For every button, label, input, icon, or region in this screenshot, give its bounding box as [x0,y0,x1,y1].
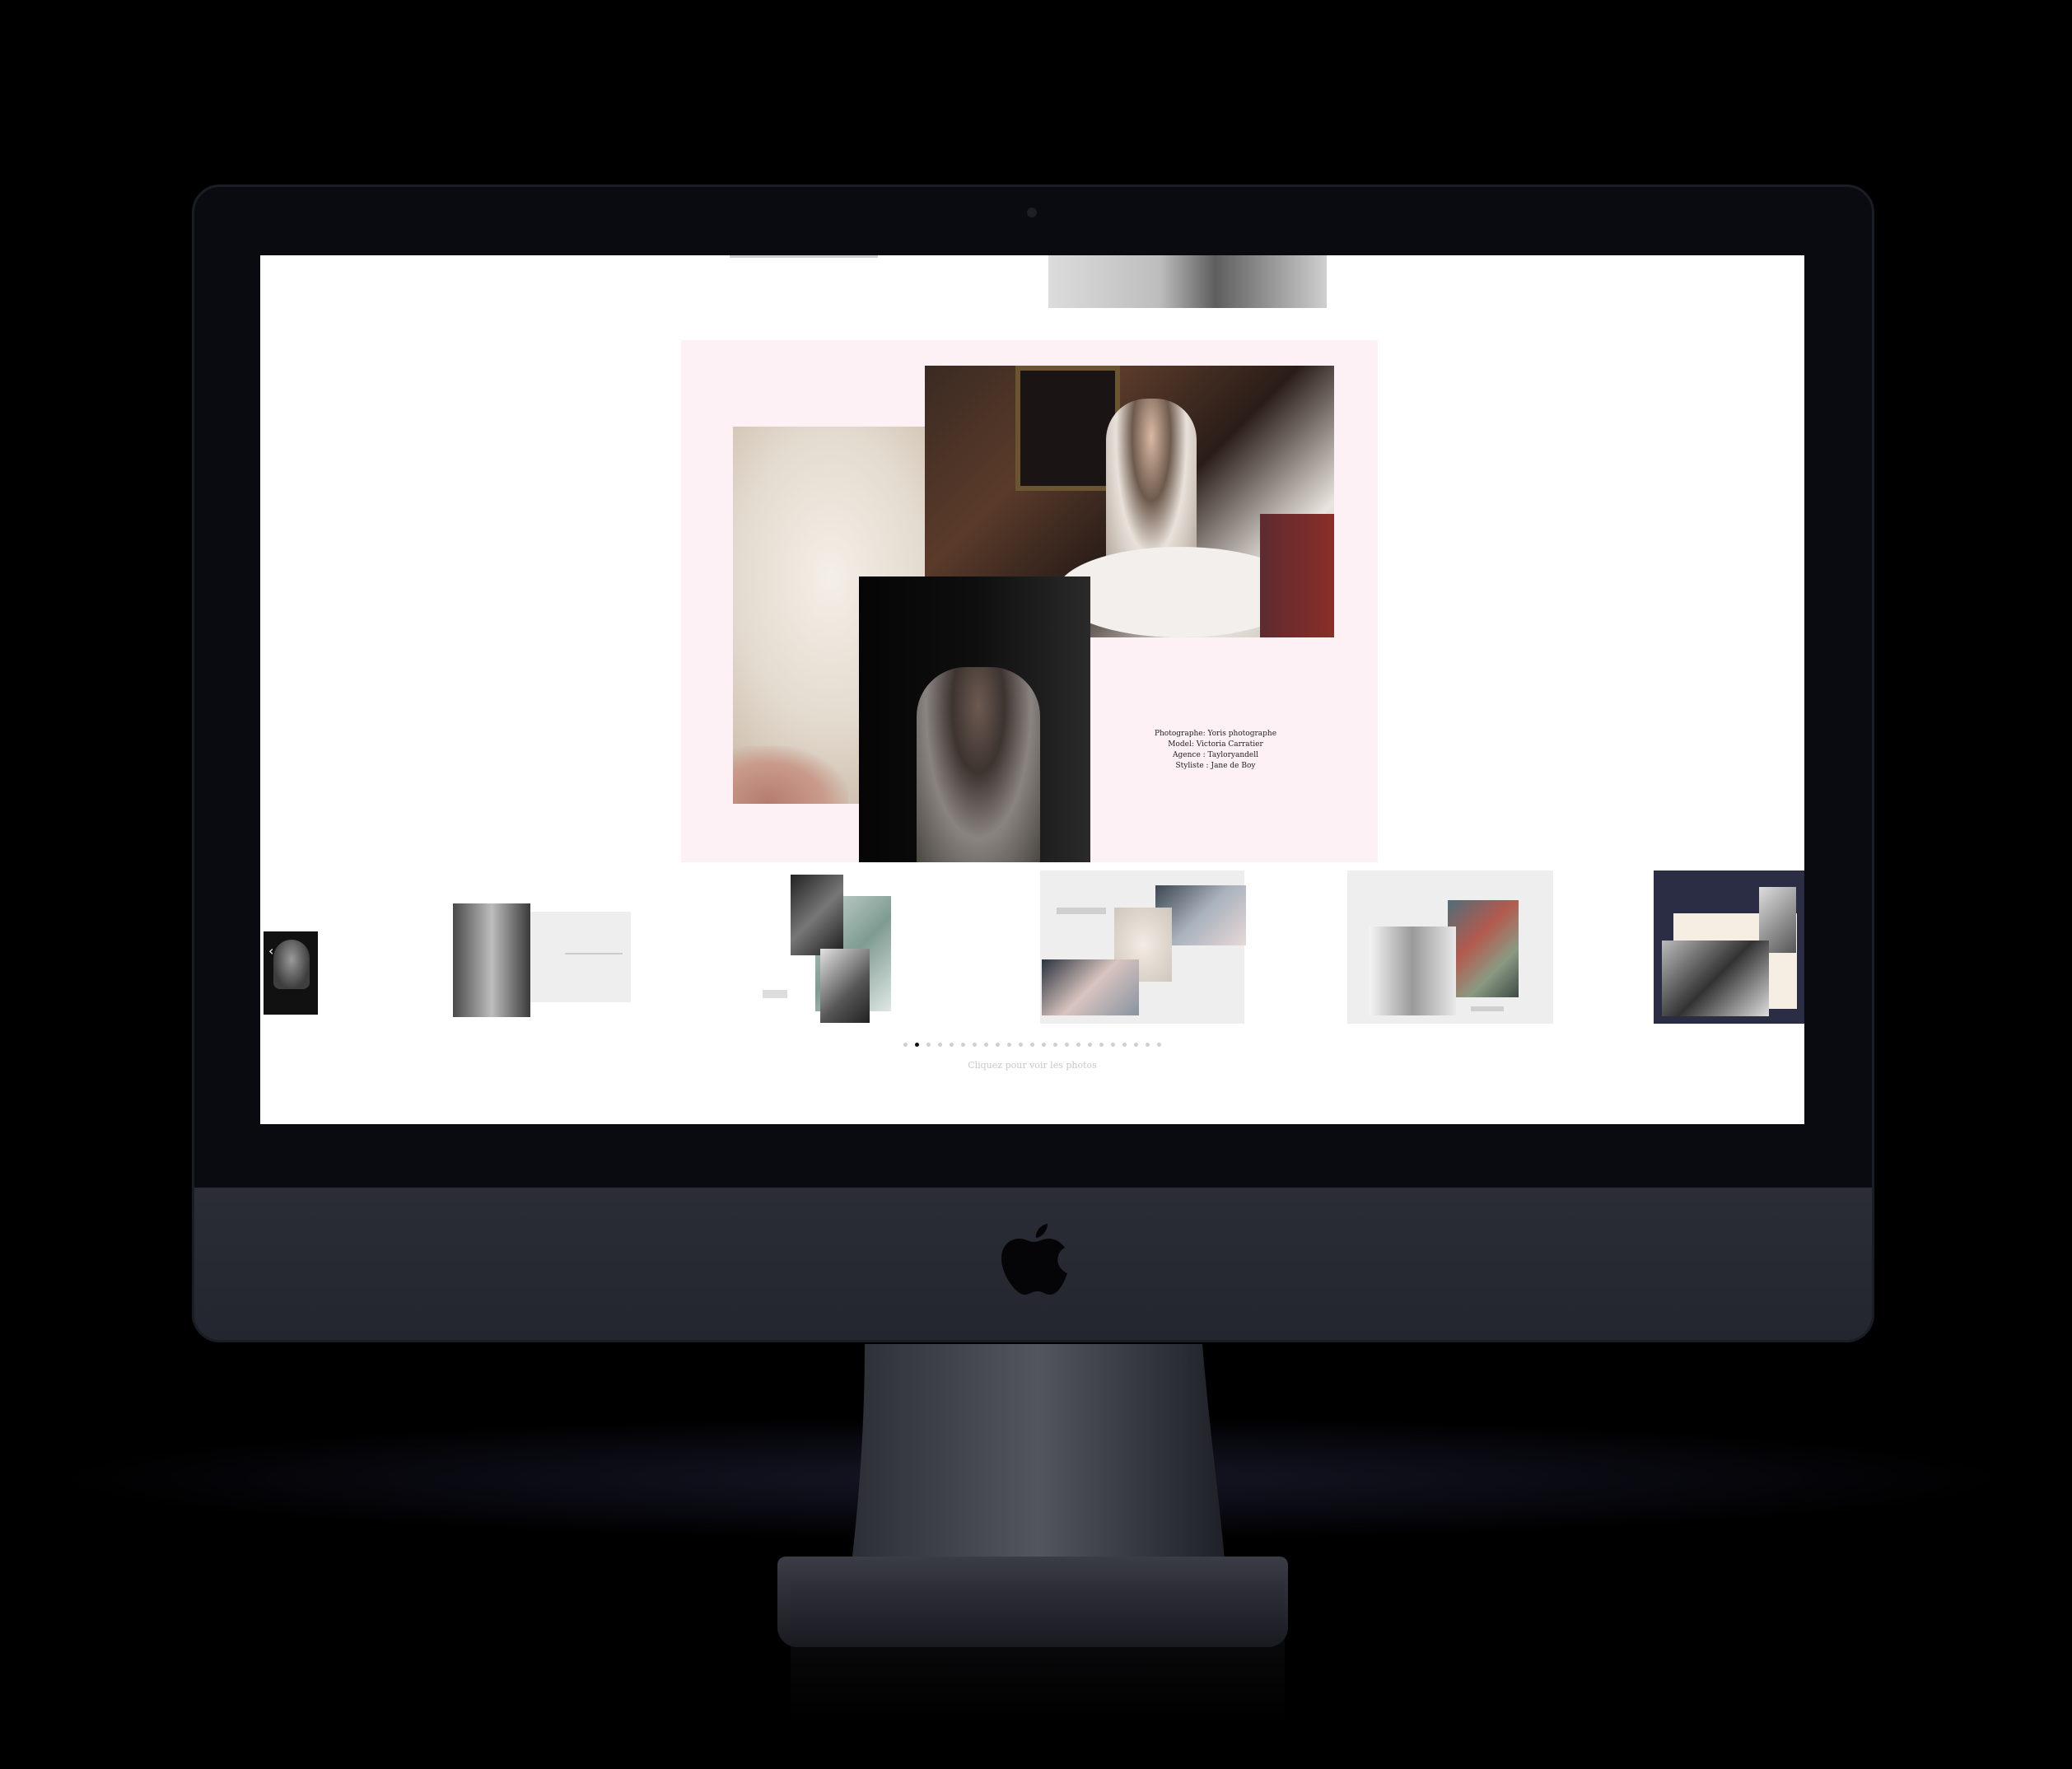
pagination-dot[interactable] [1042,1043,1046,1047]
screen: Photographe: Yoris photographe Model: Vi… [260,255,1804,1124]
top-line [730,255,878,258]
apple-logo-icon [1001,1224,1067,1295]
pagination-dot[interactable] [1134,1043,1138,1047]
pagination-dot[interactable] [1099,1043,1104,1047]
carousel-hint: Cliquez pour voir les photos [968,1060,1097,1071]
thumbnail-2[interactable] [763,875,919,1031]
thumb-portrait [273,940,310,989]
credit-agency: Agence : Tayloryandell [1173,751,1258,759]
thumb-bw-1 [791,875,843,955]
pagination-dot[interactable] [1019,1043,1023,1047]
thumb-cactus [1448,900,1519,997]
thumb-caption [1057,908,1106,914]
thumbnail-1[interactable] [441,903,631,1017]
thumb-bw-b [1662,941,1769,1016]
thumb-bg [524,912,631,1002]
pagination-dot[interactable] [926,1043,931,1047]
photo-credits: Photographe: Yoris photographe Model: Vi… [1133,729,1298,772]
pagination-dot[interactable] [915,1043,919,1047]
pagination-dot[interactable] [1157,1043,1161,1047]
pagination-dot[interactable] [1146,1043,1150,1047]
chevron-left-icon: ‹ [268,943,274,959]
thumbnail-3[interactable] [1040,870,1246,1024]
webcam [1027,208,1037,217]
thumb-caption [1471,1006,1504,1011]
pagination-dot[interactable] [973,1043,977,1047]
thumb-woman [1369,927,1456,1015]
thumbnail-5[interactable] [1654,870,1804,1024]
thumb-caption [565,953,623,955]
pagination-dot[interactable] [1030,1043,1034,1047]
credit-photographer: Photographe: Yoris photographe [1154,730,1277,738]
pagination-dot[interactable] [996,1043,1000,1047]
pagination-dot[interactable] [1065,1043,1069,1047]
stand-reflection [791,1581,1285,1725]
thumb-lying [1042,959,1139,1015]
top-cropped-photo [1048,255,1327,308]
pagination-dot[interactable] [961,1043,965,1047]
thumb-photo [453,903,530,1017]
carousel-pagination [260,1043,1804,1051]
thumb-bw-2 [820,949,870,1023]
credit-model: Model: Victoria Carratier [1168,740,1263,749]
pagination-dot[interactable] [1122,1043,1127,1047]
pagination-dot[interactable] [1111,1043,1115,1047]
pagination-dot[interactable] [938,1043,942,1047]
pagination-dot[interactable] [1007,1043,1011,1047]
pagination-dot[interactable] [1088,1043,1092,1047]
thumb-caption [763,990,787,998]
carousel-prev-button[interactable]: ‹ [264,931,318,1015]
thumbnail-4[interactable] [1347,870,1553,1024]
portrait-photo [859,576,1090,862]
pagination-dot[interactable] [1053,1043,1057,1047]
pagination-dot[interactable] [903,1043,908,1047]
pagination-dot[interactable] [950,1043,954,1047]
credit-stylist: Styliste : Jane de Boy [1175,762,1256,770]
pagination-dot[interactable] [1076,1043,1080,1047]
pagination-dot[interactable] [984,1043,988,1047]
